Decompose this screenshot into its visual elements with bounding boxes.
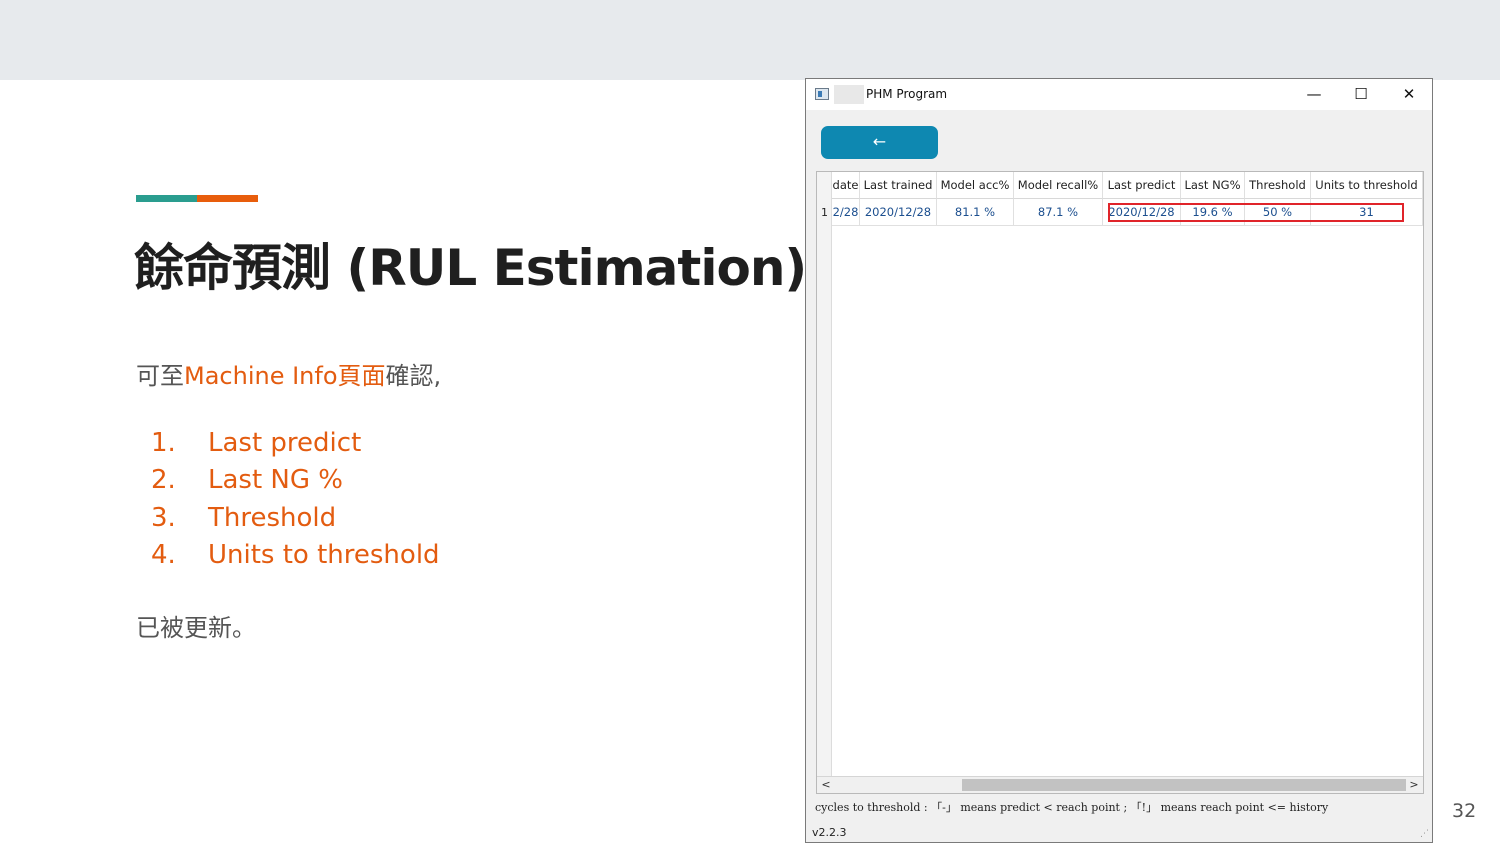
list-label: Last NG %	[208, 465, 343, 496]
top-band	[0, 0, 1500, 80]
app-icon	[815, 88, 829, 100]
title-redaction	[834, 85, 864, 104]
version-label: v2.2.3	[812, 826, 847, 839]
highlight-box	[1108, 203, 1404, 222]
intro-highlight: Machine Info頁面	[184, 362, 386, 390]
titlebar[interactable]: PHM Program — ☐ ✕	[806, 79, 1432, 110]
back-button[interactable]: ←	[821, 126, 938, 159]
list-number: 3.	[151, 502, 176, 533]
intro-text: 可至Machine Info頁面確認,	[136, 356, 441, 391]
horizontal-scrollbar[interactable]: < >	[817, 776, 1423, 793]
intro-prefix: 可至	[136, 362, 184, 390]
list-number: 2.	[151, 465, 176, 496]
scroll-thumb[interactable]	[962, 779, 1406, 791]
cell-model-acc[interactable]: 81.1 %	[937, 199, 1014, 226]
cell-model-recall[interactable]: 87.1 %	[1014, 199, 1103, 226]
header-units-to-threshold[interactable]: Units to threshold	[1311, 172, 1423, 199]
row-header-column	[817, 172, 832, 793]
accent-orange	[197, 195, 258, 202]
updated-fields-list: 1. Last predict 2. Last NG % 3. Threshold 4…	[136, 424, 440, 574]
legend-text: cycles to threshold : 「-」 means predict …	[815, 801, 1329, 814]
header-last-predict[interactable]: Last predict	[1103, 172, 1181, 199]
list-number: 1.	[151, 427, 176, 458]
header-threshold[interactable]: Threshold	[1245, 172, 1311, 199]
list-item: 2. Last NG %	[136, 462, 440, 500]
header-last-trained[interactable]: Last trained	[860, 172, 937, 199]
header-model-recall[interactable]: Model recall%	[1014, 172, 1103, 199]
machine-info-table: date Last trained Model acc% Model recal…	[816, 171, 1424, 794]
accent-teal	[136, 195, 197, 202]
header-last-ng[interactable]: Last NG%	[1181, 172, 1245, 199]
list-label: Last predict	[208, 427, 362, 458]
phm-program-window: PHM Program — ☐ ✕ ← date Last trained Mo…	[805, 78, 1433, 843]
list-item: 1. Last predict	[136, 424, 440, 462]
row-index: 1	[821, 206, 828, 219]
slide-title: 餘命預測 (RUL Estimation)	[134, 239, 807, 297]
header-model-acc[interactable]: Model acc%	[937, 172, 1014, 199]
list-label: Units to threshold	[208, 540, 440, 571]
cell-date[interactable]: 2/28	[832, 199, 860, 226]
header-date[interactable]: date	[832, 172, 860, 199]
close-button[interactable]: ✕	[1386, 79, 1432, 110]
list-label: Threshold	[208, 502, 337, 533]
scroll-right-icon[interactable]: >	[1407, 777, 1421, 793]
resize-grip-icon[interactable]: ⋰	[1420, 829, 1429, 839]
window-title: PHM Program	[866, 87, 948, 101]
list-item: 3. Threshold	[136, 499, 440, 537]
cell-last-trained[interactable]: 2020/12/28	[860, 199, 937, 226]
list-item: 4. Units to threshold	[136, 537, 440, 575]
accent-bar	[136, 195, 258, 202]
list-number: 4.	[151, 540, 176, 571]
page-number: 32	[1452, 800, 1477, 822]
maximize-button[interactable]: ☐	[1338, 79, 1384, 110]
outro-text: 已被更新。	[136, 614, 256, 642]
minimize-button[interactable]: —	[1291, 79, 1337, 110]
intro-suffix: 確認,	[385, 362, 442, 390]
scroll-left-icon[interactable]: <	[819, 777, 833, 793]
